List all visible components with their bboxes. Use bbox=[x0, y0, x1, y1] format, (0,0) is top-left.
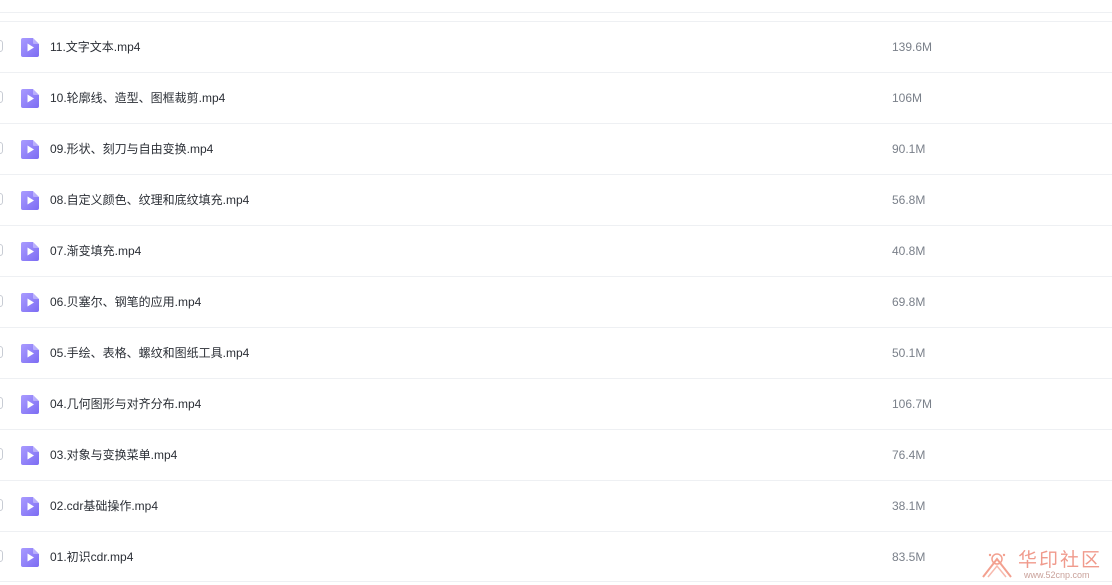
file-size: 139.6M bbox=[892, 40, 933, 54]
file-row[interactable]: 01.初识cdr.mp4 83.5M bbox=[0, 531, 1112, 582]
video-file-icon bbox=[21, 140, 39, 159]
row-checkbox[interactable] bbox=[0, 91, 3, 103]
file-name[interactable]: 04.几何图形与对齐分布.mp4 bbox=[50, 396, 201, 412]
file-name[interactable]: 05.手绘、表格、螺纹和图纸工具.mp4 bbox=[50, 345, 249, 361]
file-name[interactable]: 06.贝塞尔、钢笔的应用.mp4 bbox=[50, 294, 201, 310]
file-row[interactable]: 05.手绘、表格、螺纹和图纸工具.mp4 50.1M bbox=[0, 327, 1112, 378]
file-size: 56.8M bbox=[892, 193, 926, 207]
file-size: 76.4M bbox=[892, 448, 926, 462]
file-name[interactable]: 11.文字文本.mp4 bbox=[50, 39, 140, 55]
file-list-page: 11.文字文本.mp4 139.6M 10.轮廓线、造型、图框裁剪.mp4 106M… bbox=[0, 0, 1112, 585]
file-size: 69.8M bbox=[892, 295, 926, 309]
row-checkbox[interactable] bbox=[0, 193, 3, 205]
file-list: 11.文字文本.mp4 139.6M 10.轮廓线、造型、图框裁剪.mp4 106M… bbox=[0, 21, 1112, 582]
file-name[interactable]: 07.渐变填充.mp4 bbox=[50, 243, 141, 259]
file-row[interactable]: 08.自定义颜色、纹理和底纹填充.mp4 56.8M bbox=[0, 174, 1112, 225]
file-size: 90.1M bbox=[892, 142, 926, 156]
watermark: 华印社区 www.52cnp.com bbox=[980, 545, 1110, 583]
file-name[interactable]: 03.对象与变换菜单.mp4 bbox=[50, 447, 177, 463]
file-row[interactable]: 04.几何图形与对齐分布.mp4 106.7M bbox=[0, 378, 1112, 429]
video-file-icon bbox=[21, 548, 39, 567]
file-row[interactable]: 07.渐变填充.mp4 40.8M bbox=[0, 225, 1112, 276]
watermark-title: 华印社区 bbox=[1018, 549, 1103, 571]
row-checkbox[interactable] bbox=[0, 499, 3, 511]
file-row[interactable]: 10.轮廓线、造型、图框裁剪.mp4 106M bbox=[0, 72, 1112, 123]
row-checkbox[interactable] bbox=[0, 142, 3, 154]
file-size: 40.8M bbox=[892, 244, 926, 258]
file-row[interactable]: 09.形状、刻刀与自由变换.mp4 90.1M bbox=[0, 123, 1112, 174]
watermark-url: www.52cnp.com bbox=[1024, 570, 1090, 580]
file-name[interactable]: 08.自定义颜色、纹理和底纹填充.mp4 bbox=[50, 192, 249, 208]
top-divider bbox=[0, 12, 1112, 13]
row-checkbox[interactable] bbox=[0, 550, 3, 562]
video-file-icon bbox=[21, 293, 39, 312]
video-file-icon bbox=[21, 344, 39, 363]
video-file-icon bbox=[21, 38, 39, 57]
video-file-icon bbox=[21, 497, 39, 516]
video-file-icon bbox=[21, 191, 39, 210]
row-checkbox[interactable] bbox=[0, 40, 3, 52]
row-checkbox[interactable] bbox=[0, 244, 3, 256]
file-name[interactable]: 02.cdr基础操作.mp4 bbox=[50, 498, 158, 514]
file-name[interactable]: 10.轮廓线、造型、图框裁剪.mp4 bbox=[50, 90, 225, 106]
row-checkbox[interactable] bbox=[0, 295, 3, 307]
file-size: 38.1M bbox=[892, 499, 926, 513]
row-checkbox[interactable] bbox=[0, 397, 3, 409]
row-checkbox[interactable] bbox=[0, 448, 3, 460]
file-row[interactable]: 03.对象与变换菜单.mp4 76.4M bbox=[0, 429, 1112, 480]
file-row[interactable]: 06.贝塞尔、钢笔的应用.mp4 69.8M bbox=[0, 276, 1112, 327]
file-name[interactable]: 09.形状、刻刀与自由变换.mp4 bbox=[50, 141, 213, 157]
video-file-icon bbox=[21, 89, 39, 108]
video-file-icon bbox=[21, 242, 39, 261]
file-size: 106M bbox=[892, 91, 923, 105]
row-checkbox[interactable] bbox=[0, 346, 3, 358]
video-file-icon bbox=[21, 395, 39, 414]
watermark-logo-icon bbox=[982, 553, 1012, 578]
file-row[interactable]: 02.cdr基础操作.mp4 38.1M bbox=[0, 480, 1112, 531]
file-name[interactable]: 01.初识cdr.mp4 bbox=[50, 549, 133, 565]
video-file-icon bbox=[21, 446, 39, 465]
file-size: 106.7M bbox=[892, 397, 933, 411]
file-size: 83.5M bbox=[892, 550, 926, 564]
file-size: 50.1M bbox=[892, 346, 926, 360]
file-row[interactable]: 11.文字文本.mp4 139.6M bbox=[0, 21, 1112, 72]
